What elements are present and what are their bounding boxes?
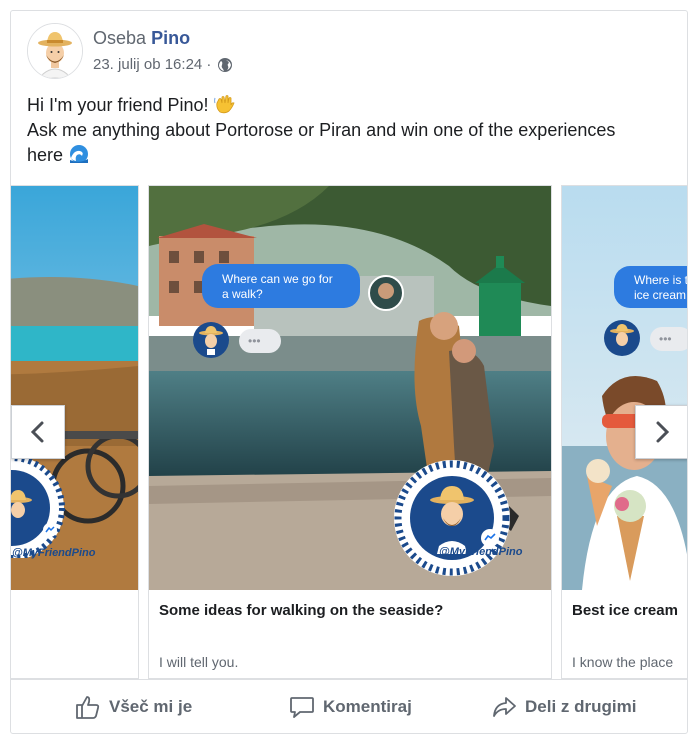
message-line-1: Hi I'm your friend Pino! xyxy=(27,95,209,115)
chat-question-line-1: Where can we go for xyxy=(222,272,333,286)
card-title[interactable]: Some ideas for walking on the seaside? xyxy=(159,602,443,619)
messenger-code-icon xyxy=(394,460,510,576)
facebook-post: Oseba Pino 23. julij ob 16:24 · Hi I'm y… xyxy=(10,10,688,734)
like-button[interactable]: Všeč mi je xyxy=(75,680,193,733)
like-label: Všeč mi je xyxy=(109,697,193,716)
globe-icon xyxy=(217,57,233,73)
typing-indicator: ••• xyxy=(248,334,261,348)
comment-label: Komentiraj xyxy=(323,697,412,716)
carousel-card[interactable]: Where can we go for a walk? ••• @MyFrien… xyxy=(148,185,552,679)
author-name[interactable]: Oseba Pino xyxy=(93,28,190,49)
message-line-3: here xyxy=(27,145,64,165)
profile-avatar[interactable] xyxy=(27,23,83,79)
pino-avatar-icon xyxy=(28,24,82,78)
card-description: I will tell you. xyxy=(159,654,239,670)
chevron-right-icon xyxy=(656,421,670,443)
card-title[interactable]: Best ice cream xyxy=(572,602,678,619)
author-prefix: Oseba xyxy=(93,28,147,48)
waving-hand-icon xyxy=(213,94,236,114)
messenger-tag: @MyFriendPino xyxy=(12,547,96,559)
water-wave-icon xyxy=(68,144,90,164)
post-message: Hi I'm your friend Pino! Ask me anything… xyxy=(27,93,667,168)
author-link[interactable]: Pino xyxy=(151,28,190,48)
carousel-next-button[interactable] xyxy=(635,405,687,459)
chat-question-line-2: ice cream xyxy=(634,288,686,302)
card-image[interactable]: Where can we go for a walk? ••• @MyFrien… xyxy=(149,186,551,590)
messenger-tag: @MyFriendPino xyxy=(439,546,523,558)
chevron-left-icon xyxy=(30,421,44,443)
share-button[interactable]: Deli z drugimi xyxy=(491,680,637,733)
carousel-prev-button[interactable] xyxy=(11,405,65,459)
chat-question-line-2: a walk? xyxy=(222,287,263,301)
share-label: Deli z drugimi xyxy=(525,697,637,716)
post-timestamp[interactable]: 23. julij ob 16:24 · xyxy=(93,56,211,73)
card-image[interactable]: Where is t ice cream ••• xyxy=(562,186,687,590)
carousel: @MyFriendPino Where can we go for a walk… xyxy=(11,185,687,679)
share-icon xyxy=(493,697,516,717)
post-actions: Všeč mi je Komentiraj Deli z drugimi xyxy=(11,679,687,733)
comment-button[interactable]: Komentiraj xyxy=(289,680,412,733)
card-image[interactable]: @MyFriendPino xyxy=(11,186,138,590)
card-description: I know the place xyxy=(572,654,674,670)
message-line-2: Ask me anything about Portorose or Piran… xyxy=(27,120,616,140)
typing-indicator: ••• xyxy=(659,332,672,346)
post-meta: 23. julij ob 16:24 · xyxy=(93,56,233,73)
comment-icon xyxy=(290,697,314,718)
thumbs-up-icon xyxy=(76,696,100,719)
chat-question-line-1: Where is t xyxy=(634,273,687,287)
